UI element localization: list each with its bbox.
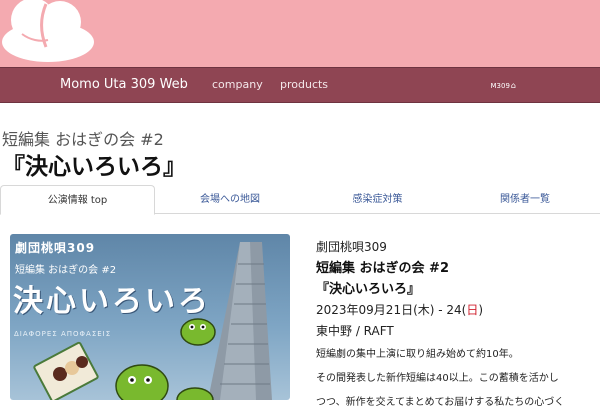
member-link[interactable]: M309⌂ bbox=[491, 81, 516, 90]
info-title: 『決心いろいろ』 bbox=[316, 282, 421, 297]
nav-products-link[interactable]: products bbox=[280, 78, 328, 91]
description-line: その間発表した新作短編は40以上。この蓄積を活かし bbox=[316, 373, 559, 384]
poster-greek-title: ΔΙΑΦΟΡΕΣ ΑΠΟΦΑΣΕΙΣ bbox=[14, 330, 112, 338]
peach-logo[interactable] bbox=[0, 0, 95, 67]
date-range: 2023年09月21日(木) - 24( bbox=[316, 303, 467, 317]
home-icon: ⌂ bbox=[510, 81, 516, 90]
tab-bar: 公演情報 top 会場への地図 感染症対策 関係者一覧 bbox=[0, 185, 600, 215]
sunday-mark: 日 bbox=[466, 303, 479, 317]
description-line: つつ、新作を交えてまとめてお届けする私たちの心づく bbox=[316, 397, 565, 408]
date-close: ) bbox=[478, 303, 484, 317]
brand-link[interactable]: Momo Uta 309 Web bbox=[60, 77, 188, 92]
tab-performance-info[interactable]: 公演情報 top bbox=[0, 185, 155, 215]
top-navbar: Momo Uta 309 Web company products M309⌂ bbox=[0, 67, 600, 103]
header-banner bbox=[0, 0, 600, 67]
member-label: M309 bbox=[490, 82, 510, 90]
tab-staff-list[interactable]: 関係者一覧 bbox=[450, 185, 600, 214]
tab-infection-measures[interactable]: 感染症対策 bbox=[305, 185, 450, 214]
poster-title: 決心いろいろ bbox=[13, 284, 211, 319]
info-venue: 東中野 / RAFT bbox=[316, 324, 394, 338]
performance-info: 劇団桃唄309 短編集 おはぎの会 #2 『決心いろいろ』 2023年09月21… bbox=[316, 238, 600, 417]
poster-troupe: 劇団桃唄309 bbox=[15, 241, 96, 255]
description-line: 短編劇の集中上演に取り組み始めて約10年。 bbox=[316, 349, 519, 360]
poster-image: 劇団桃唄309 短編集 おはぎの会 #2 決心いろいろ ΔΙΑΦΟΡΕΣ ΑΠΟ… bbox=[10, 234, 290, 400]
poster-subtitle: 短編集 おはぎの会 #2 bbox=[15, 265, 117, 276]
nav-company-link[interactable]: company bbox=[212, 78, 263, 91]
info-series: 短編集 おはぎの会 #2 bbox=[316, 261, 449, 276]
page-title: 『決心いろいろ』 bbox=[2, 154, 186, 180]
info-dates: 2023年09月21日(木) - 24(日) bbox=[316, 301, 600, 318]
tab-venue-map[interactable]: 会場への地図 bbox=[155, 185, 305, 214]
info-troupe: 劇団桃唄309 bbox=[316, 240, 387, 254]
